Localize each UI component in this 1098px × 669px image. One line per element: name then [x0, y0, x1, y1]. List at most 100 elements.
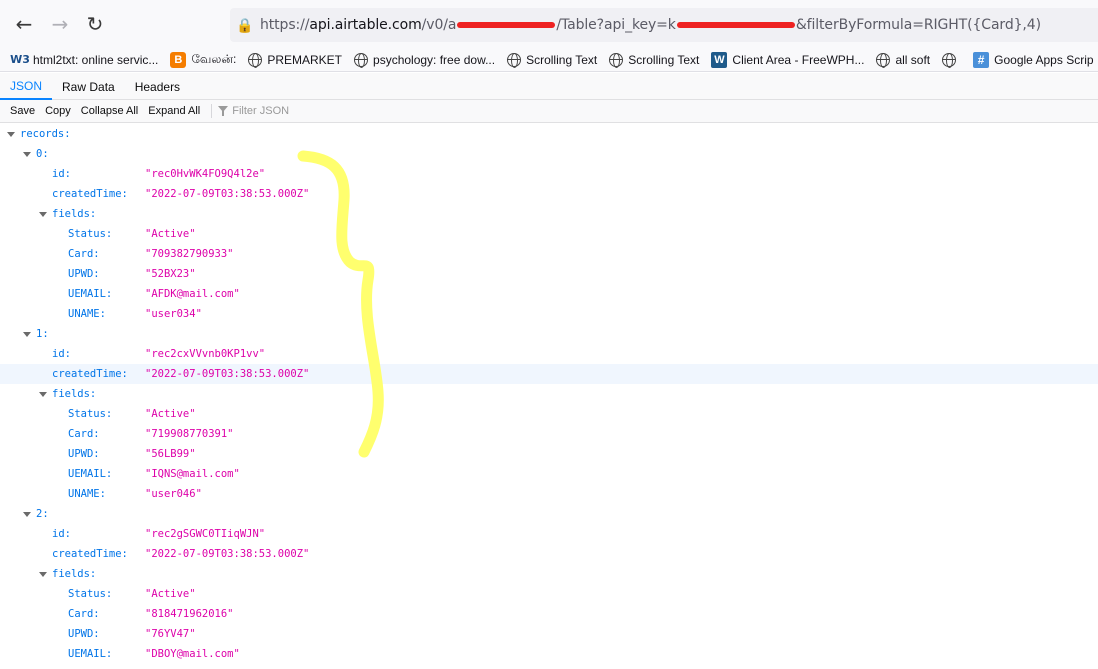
tab-json[interactable]: JSON	[0, 73, 53, 100]
back-arrow-icon[interactable]: ←	[10, 10, 38, 38]
bookmark-label: Scrolling Text	[628, 52, 700, 67]
toolbar-divider	[211, 104, 213, 118]
json-key: UNAME:	[68, 308, 106, 320]
redaction-mark	[676, 22, 795, 28]
filter-json-input[interactable]: Filter JSON	[218, 105, 289, 117]
tree-value-row[interactable]: Status: "Active"	[0, 584, 1098, 604]
tree-node-row[interactable]: 1:	[0, 324, 1098, 344]
json-key: createdTime:	[52, 548, 128, 560]
bookmark-scrolling-text-1[interactable]: Scrolling Text	[507, 52, 597, 68]
json-key: fields:	[52, 568, 97, 580]
bookmark-premarket[interactable]: PREMARKET	[248, 52, 343, 68]
tree-node-row[interactable]: fields:	[0, 384, 1098, 404]
json-value: "rec2gSGWC0TIiqWJN"	[145, 528, 266, 540]
expand-toggle-icon[interactable]	[7, 132, 15, 137]
json-key: Card:	[68, 248, 100, 260]
json-value: "56LB99"	[145, 448, 196, 460]
bookmark-label: PREMARKET	[267, 52, 343, 67]
expand-toggle-icon[interactable]	[23, 512, 31, 517]
json-value: "Active"	[145, 408, 196, 420]
bookmark-velan[interactable]: B வேலன்:	[170, 51, 237, 68]
tree-value-row[interactable]: Status: "Active"	[0, 404, 1098, 424]
tree-node-row[interactable]: records:	[0, 124, 1098, 144]
url-host: api.airtable.com	[309, 17, 422, 33]
tree-value-row[interactable]: id: "rec2gSGWC0TIiqWJN"	[0, 524, 1098, 544]
url-bar[interactable]: 🔒 https://api.airtable.com/v0/a/Table?ap…	[230, 8, 1098, 42]
bookmark-label: all soft	[895, 52, 931, 67]
tree-value-row[interactable]: Card: "719908770391"	[0, 424, 1098, 444]
expand-toggle-icon[interactable]	[39, 212, 47, 217]
json-value: "rec0HvWK4FO9Q4l2e"	[145, 168, 266, 180]
json-viewer-tabs: JSON Raw Data Headers	[0, 73, 1098, 100]
expand-toggle-icon[interactable]	[39, 392, 47, 397]
tree-value-row[interactable]: Card: "818471962016"	[0, 604, 1098, 624]
tree-value-row[interactable]: UPWD: "56LB99"	[0, 444, 1098, 464]
collapse-all-button[interactable]: Collapse All	[76, 105, 143, 117]
tree-node-row[interactable]: fields:	[0, 564, 1098, 584]
tree-value-row[interactable]: id: "rec2cxVVvnb0KP1vv"	[0, 344, 1098, 364]
bookmark-psychology[interactable]: psychology: free dow...	[354, 52, 495, 68]
bookmark-scrolling-text-2[interactable]: Scrolling Text	[609, 52, 700, 68]
expand-all-button[interactable]: Expand All	[143, 105, 205, 117]
tab-headers[interactable]: Headers	[125, 73, 190, 100]
tree-value-row[interactable]: Status: "Active"	[0, 224, 1098, 244]
tree-value-row[interactable]: createdTime: "2022-07-09T03:38:53.000Z"	[0, 364, 1098, 384]
tree-node-row[interactable]: 2:	[0, 504, 1098, 524]
tree-value-row[interactable]: UEMAIL: "AFDK@mail.com"	[0, 284, 1098, 304]
tree-value-row[interactable]: UEMAIL: "IQNS@mail.com"	[0, 464, 1098, 484]
tree-node-row[interactable]: 0:	[0, 144, 1098, 164]
tree-value-row[interactable]: UNAME: "user046"	[0, 484, 1098, 504]
url-text[interactable]: https://api.airtable.com/v0/a/Table?api_…	[260, 17, 1041, 33]
globe-icon	[609, 52, 624, 68]
json-key: Status:	[68, 228, 113, 240]
json-key: 1:	[36, 328, 49, 340]
tree-value-row[interactable]: createdTime: "2022-07-09T03:38:53.000Z"	[0, 184, 1098, 204]
json-value: "709382790933"	[145, 248, 234, 260]
bookmark-html2txt[interactable]: W3 html2txt: online servic...	[10, 52, 159, 68]
save-button[interactable]: Save	[5, 105, 40, 117]
lock-icon[interactable]: 🔒	[230, 17, 260, 34]
copy-button[interactable]: Copy	[40, 105, 76, 117]
bookmark-all-soft[interactable]: all soft	[876, 52, 931, 68]
bookmark-label: html2txt: online servic...	[33, 52, 159, 67]
tree-value-row[interactable]: UPWD: "76YV47"	[0, 624, 1098, 644]
expand-toggle-icon[interactable]	[23, 152, 31, 157]
json-key: 0:	[36, 148, 49, 160]
json-key: UNAME:	[68, 488, 106, 500]
json-value: "52BX23"	[145, 268, 196, 280]
tree-value-row[interactable]: UNAME: "user034"	[0, 304, 1098, 324]
bookmark-google-apps-script[interactable]: # Google Apps Scrip	[973, 51, 1094, 68]
json-key: fields:	[52, 388, 97, 400]
tree-value-row[interactable]: UEMAIL: "DBOY@mail.com"	[0, 644, 1098, 664]
url-path-3: &filterByFormula=RIGHT({Card},4)	[795, 17, 1041, 33]
tree-value-row[interactable]: UPWD: "52BX23"	[0, 264, 1098, 284]
json-value: "2022-07-09T03:38:53.000Z"	[145, 548, 310, 560]
bookmark-client-area[interactable]: W Client Area - FreeWPH...	[711, 51, 865, 68]
tree-value-row[interactable]: Card: "709382790933"	[0, 244, 1098, 264]
json-value: "user046"	[145, 488, 202, 500]
json-key: fields:	[52, 208, 97, 220]
bookmark-unnamed[interactable]	[942, 52, 961, 68]
json-key: Card:	[68, 608, 100, 620]
json-value: "818471962016"	[145, 608, 234, 620]
json-value: "rec2cxVVvnb0KP1vv"	[145, 348, 266, 360]
expand-toggle-icon[interactable]	[23, 332, 31, 337]
bookmark-label: வேலன்:	[191, 51, 237, 66]
json-tree: records: 0: id: "rec0HvWK4FO9Q4l2e" createdT…	[0, 123, 1098, 669]
forward-arrow-icon[interactable]: →	[46, 10, 74, 38]
tree-node-row[interactable]: fields:	[0, 204, 1098, 224]
json-key: UPWD:	[68, 448, 100, 460]
w3-icon: W3	[10, 53, 30, 66]
tree-value-row[interactable]: createdTime: "2022-07-09T03:38:53.000Z"	[0, 544, 1098, 564]
globe-icon	[942, 52, 957, 68]
bookmark-label: Client Area - FreeWPH...	[732, 52, 865, 67]
apps-script-icon: #	[973, 51, 990, 68]
json-key: Status:	[68, 588, 113, 600]
reload-icon[interactable]: ↻	[81, 10, 109, 38]
json-key: UPWD:	[68, 628, 100, 640]
url-path-1: /v0/a	[421, 17, 457, 33]
url-prefix: https://	[260, 17, 310, 33]
tree-value-row[interactable]: id: "rec0HvWK4FO9Q4l2e"	[0, 164, 1098, 184]
expand-toggle-icon[interactable]	[39, 572, 47, 577]
tab-raw-data[interactable]: Raw Data	[52, 73, 125, 100]
